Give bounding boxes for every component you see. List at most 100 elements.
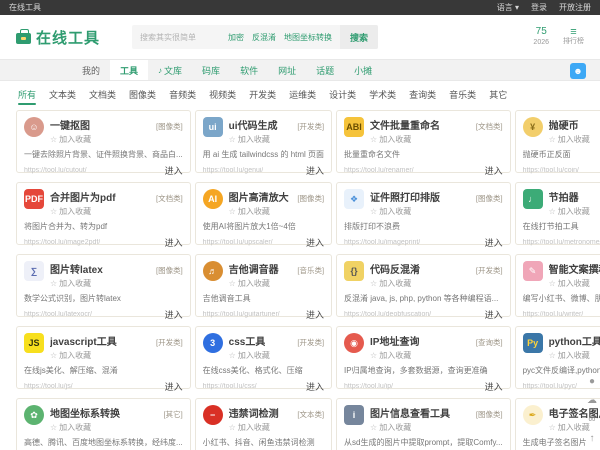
enter-link[interactable]: 进入 <box>485 164 503 177</box>
rank-counter[interactable]: 75 2026 <box>533 26 549 47</box>
tool-title[interactable]: python工具 <box>549 333 600 348</box>
add-favorite-button[interactable]: ☆ 加入收藏 <box>370 422 503 433</box>
add-favorite-button[interactable]: ☆ 加入收藏 <box>549 206 600 217</box>
login-link[interactable]: 登录 <box>531 2 547 13</box>
add-favorite-button[interactable]: ☆ 加入收藏 <box>229 350 324 361</box>
tool-title[interactable]: 图片信息查看工具 <box>370 405 450 420</box>
tool-title[interactable]: 图片高清放大 <box>229 189 289 204</box>
tool-card[interactable]: i 图片信息查看工具 [图像类] ☆ 加入收藏 从sd生成的图片中提取promp… <box>336 398 511 450</box>
tool-title[interactable]: ui代码生成 <box>229 117 278 132</box>
tool-title[interactable]: 抛硬币 <box>549 117 579 132</box>
tab-网址[interactable]: 网址 <box>268 60 306 80</box>
tool-url[interactable]: https://tool.lu/image2pdf/ <box>24 239 100 246</box>
tool-title[interactable]: 吉他调音器 <box>229 261 279 276</box>
tool-url[interactable]: https://tool.lu/css/ <box>203 383 257 390</box>
qq-contact-button[interactable]: ☻ <box>570 63 586 79</box>
hot-link[interactable]: 反混淆 <box>252 32 276 43</box>
add-favorite-button[interactable]: ☆ 加入收藏 <box>370 134 503 145</box>
tool-url[interactable]: https://tool.lu/writer/ <box>523 311 584 318</box>
category-音乐类[interactable]: 音乐类 <box>449 82 476 108</box>
tool-url[interactable]: https://tool.lu/coin/ <box>523 167 579 174</box>
enter-link[interactable]: 进入 <box>165 164 183 177</box>
tool-card[interactable]: {} 代码反混淆 [开发类] ☆ 加入收藏 反混淆 java, js, php,… <box>336 254 511 317</box>
tool-title[interactable]: 合并图片为pdf <box>50 189 116 204</box>
tool-title[interactable]: 地图坐标系转换 <box>50 405 120 420</box>
tool-url[interactable]: https://tool.lu/pyc/ <box>523 383 577 390</box>
tool-title[interactable]: 文件批量重命名 <box>370 117 440 132</box>
site-logo[interactable]: 在线工具 <box>16 27 100 48</box>
tool-card[interactable]: ∑ 图片转latex [图像类] ☆ 加入收藏 数学公式识别，图片转latex … <box>16 254 191 317</box>
enter-link[interactable]: 进入 <box>306 164 324 177</box>
tool-title[interactable]: 违禁词检测 <box>229 405 279 420</box>
category-设计类[interactable]: 设计类 <box>329 82 356 108</box>
tool-url[interactable]: https://tool.lu/metronome/ <box>523 239 600 246</box>
category-所有[interactable]: 所有 <box>18 82 36 108</box>
tab-文库[interactable]: ♪文库 <box>148 60 192 80</box>
language-menu[interactable]: 语言 ▾ <box>497 2 519 13</box>
enter-link[interactable]: 进入 <box>485 236 503 249</box>
category-文本类[interactable]: 文本类 <box>49 82 76 108</box>
search-input[interactable] <box>132 33 220 42</box>
glasses-icon[interactable]: ∞ <box>588 415 595 425</box>
tool-title[interactable]: 节拍器 <box>549 189 579 204</box>
category-视频类[interactable]: 视频类 <box>209 82 236 108</box>
add-favorite-button[interactable]: ☆ 加入收藏 <box>370 206 503 217</box>
tool-card[interactable]: − 违禁词检测 [文本类] ☆ 加入收藏 小红书、抖音、闲鱼违禁词检测 <box>195 398 332 450</box>
tool-url[interactable]: https://tool.lu/latexocr/ <box>24 311 92 318</box>
category-查询类[interactable]: 查询类 <box>409 82 436 108</box>
tool-url[interactable]: https://tool.lu/deobfuscation/ <box>344 311 431 318</box>
tab-软件[interactable]: 软件 <box>230 60 268 80</box>
enter-link[interactable]: 进入 <box>485 308 503 321</box>
category-音频类[interactable]: 音频类 <box>169 82 196 108</box>
enter-link[interactable]: 进入 <box>485 380 503 393</box>
tab-工具[interactable]: 工具 <box>110 60 148 80</box>
tool-title[interactable]: IP地址查询 <box>370 333 419 348</box>
add-favorite-button[interactable]: ☆ 加入收藏 <box>50 278 183 289</box>
tool-card[interactable]: ✿ 地图坐标系转换 [其它] ☆ 加入收藏 高德、腾讯、百度地图坐标系转换，经纬… <box>16 398 191 450</box>
back-to-top-icon[interactable]: ↑ <box>590 434 595 444</box>
enter-link[interactable]: 进入 <box>306 380 324 393</box>
tool-card[interactable]: 3 css工具 [开发类] ☆ 加入收藏 在线css美化、格式化、压缩 http… <box>195 326 332 389</box>
add-favorite-button[interactable]: ☆ 加入收藏 <box>370 278 503 289</box>
add-favorite-button[interactable]: ☆ 加入收藏 <box>549 278 600 289</box>
tool-url[interactable]: https://tool.lu/js/ <box>24 383 73 390</box>
tool-card[interactable]: ¥ 抛硬币 [其它] ☆ 加入收藏 抛硬币正反面 https://tool.lu… <box>515 110 600 173</box>
enter-link[interactable]: 进入 <box>306 308 324 321</box>
tool-card[interactable]: ABI 文件批量重命名 [文档类] ☆ 加入收藏 批量重命名文件 https:/… <box>336 110 511 173</box>
add-favorite-button[interactable]: ☆ 加入收藏 <box>229 422 324 433</box>
tool-title[interactable]: 图片转latex <box>50 261 103 276</box>
tool-card[interactable]: ✎ 智能文案撰稿 [文本类] ☆ 加入收藏 编写小红书、微博、朋友圈、热点评论等… <box>515 254 600 317</box>
ranking-button[interactable]: ≡ 排行榜 <box>563 27 584 47</box>
enter-link[interactable]: 进入 <box>165 236 183 249</box>
tool-url[interactable]: https://tool.lu/renamer/ <box>344 167 414 174</box>
register-link[interactable]: 开放注册 <box>559 2 591 13</box>
tool-card[interactable]: ♩ 节拍器 [音乐类] ☆ 加入收藏 在线打节拍工具 https://tool.… <box>515 182 600 245</box>
tool-card[interactable]: ♬ 吉他调音器 [音乐类] ☆ 加入收藏 吉他调音工具 https://tool… <box>195 254 332 317</box>
add-favorite-button[interactable]: ☆ 加入收藏 <box>229 206 324 217</box>
tool-card[interactable]: PDF 合并图片为pdf [文档类] ☆ 加入收藏 将图片合并为、转为pdf h… <box>16 182 191 245</box>
enter-link[interactable]: 进入 <box>165 380 183 393</box>
mouse-icon[interactable]: ● <box>589 377 595 387</box>
hot-link[interactable]: 地图坐标转换 <box>284 32 332 43</box>
tool-url[interactable]: https://tool.lu/genui/ <box>203 167 264 174</box>
tool-card[interactable]: ◉ IP地址查询 [查询类] ☆ 加入收藏 IP归属地查询，多套数据源，查询更准… <box>336 326 511 389</box>
tool-title[interactable]: 证件照打印排版 <box>370 189 440 204</box>
tool-card[interactable]: AI 图片高清放大 [图像类] ☆ 加入收藏 使用AI将图片放大1倍~4倍 ht… <box>195 182 332 245</box>
add-favorite-button[interactable]: ☆ 加入收藏 <box>50 422 183 433</box>
category-学术类[interactable]: 学术类 <box>369 82 396 108</box>
category-运维类[interactable]: 运维类 <box>289 82 316 108</box>
tool-url[interactable]: https://tool.lu/upscaler/ <box>203 239 273 246</box>
tool-title[interactable]: css工具 <box>229 333 266 348</box>
cloud-icon[interactable]: ☁ <box>587 396 597 406</box>
add-favorite-button[interactable]: ☆ 加入收藏 <box>229 134 324 145</box>
tool-url[interactable]: https://tool.lu/imageprint/ <box>344 239 420 246</box>
tool-url[interactable]: https://tool.lu/cutout/ <box>24 167 87 174</box>
category-其它[interactable]: 其它 <box>489 82 507 108</box>
tool-card[interactable]: ☺ 一键抠图 [图像类] ☆ 加入收藏 一键去除照片背景、证件照换背景、商品白.… <box>16 110 191 173</box>
add-favorite-button[interactable]: ☆ 加入收藏 <box>50 350 183 361</box>
enter-link[interactable]: 进入 <box>165 308 183 321</box>
tool-card[interactable]: JS javascript工具 [开发类] ☆ 加入收藏 在线js美化、解压缩、… <box>16 326 191 389</box>
category-开发类[interactable]: 开发类 <box>249 82 276 108</box>
add-favorite-button[interactable]: ☆ 加入收藏 <box>229 278 324 289</box>
add-favorite-button[interactable]: ☆ 加入收藏 <box>370 350 503 361</box>
